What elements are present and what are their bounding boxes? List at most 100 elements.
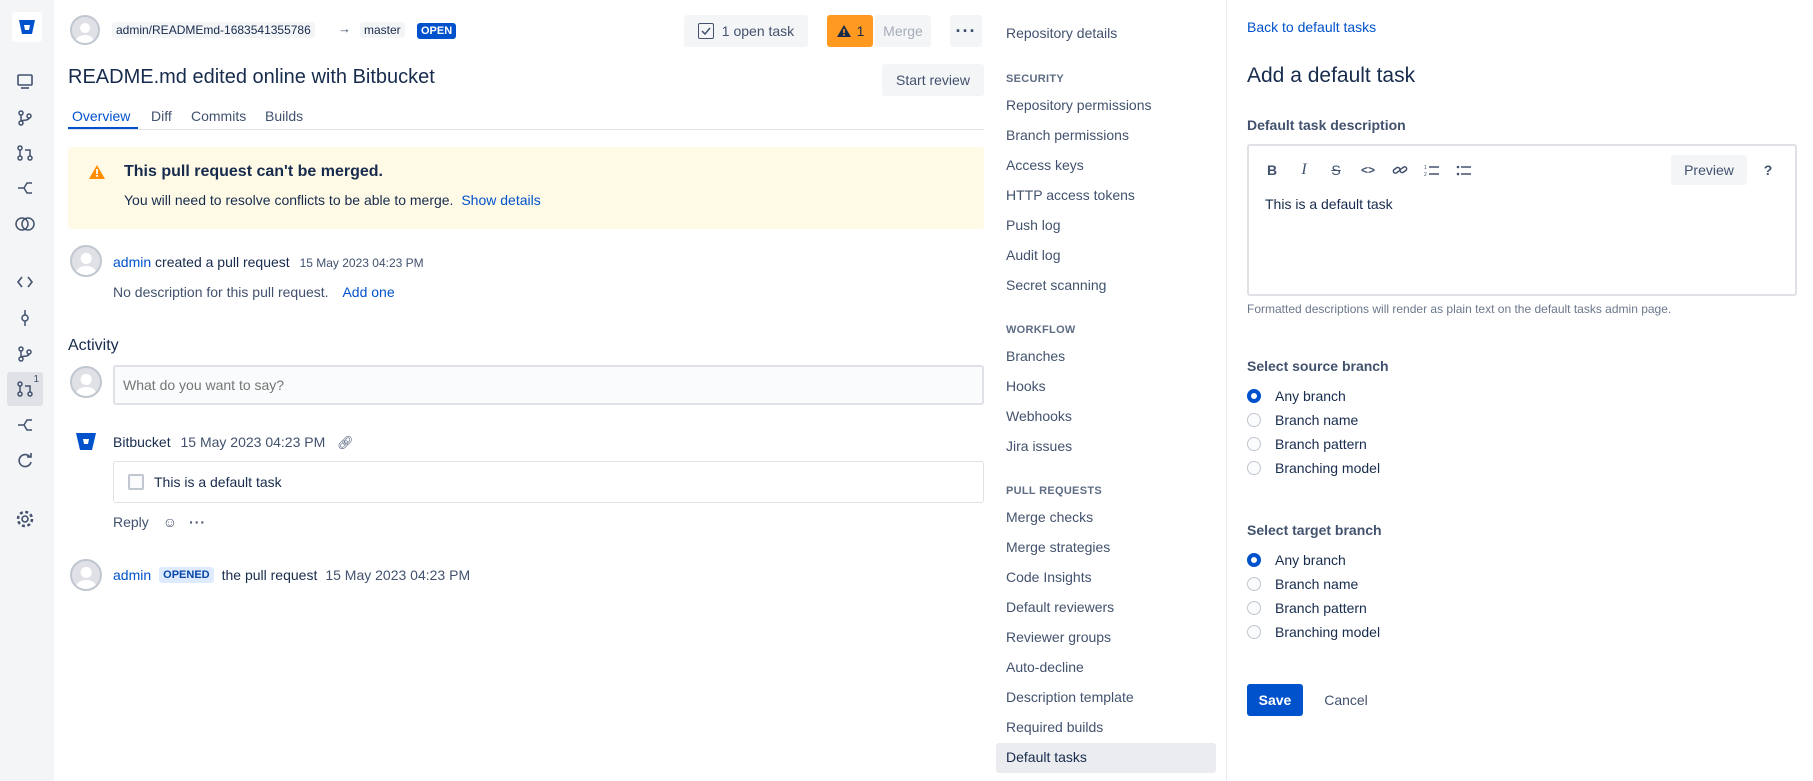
- nav-security-item[interactable]: Branch permissions: [1006, 127, 1129, 143]
- nav-workflow-item[interactable]: Jira issues: [1006, 438, 1072, 454]
- radio: [1247, 437, 1261, 451]
- code-icon[interactable]: <>: [1357, 160, 1379, 180]
- bold-icon[interactable]: B: [1261, 160, 1283, 180]
- nav-security-item[interactable]: HTTP access tokens: [1006, 187, 1135, 203]
- add-default-task-panel: Back to default tasks Add a default task…: [1226, 0, 1813, 781]
- open-tasks-button[interactable]: 1 open task: [684, 15, 808, 47]
- merge-warning-button[interactable]: 1: [827, 15, 873, 47]
- radio-selected: [1247, 389, 1261, 403]
- preview-button[interactable]: Preview: [1671, 155, 1747, 185]
- nav-security-item[interactable]: Secret scanning: [1006, 277, 1106, 293]
- source-icon[interactable]: [7, 265, 43, 299]
- source-any-branch-radio[interactable]: Any branch: [1247, 388, 1346, 404]
- tabs-divider: [68, 129, 984, 130]
- add-reaction-icon[interactable]: ☺︎: [163, 514, 177, 530]
- settings-icon[interactable]: [7, 502, 43, 536]
- source-branch[interactable]: admin/READMEmd-1683541355786: [112, 22, 315, 38]
- nav-security-item[interactable]: Access keys: [1006, 157, 1084, 173]
- security-heading: SECURITY: [1006, 73, 1065, 85]
- commits-icon[interactable]: [7, 65, 43, 99]
- bullet-list-icon[interactable]: [1453, 160, 1475, 180]
- tab-commits[interactable]: Commits: [191, 108, 246, 124]
- nav-pr-item[interactable]: Auto-decline: [1006, 659, 1084, 675]
- avatar: [70, 559, 102, 591]
- nav-workflow-item[interactable]: Webhooks: [1006, 408, 1072, 424]
- numbered-list-icon[interactable]: 12: [1421, 160, 1443, 180]
- panel-title: Add a default task: [1247, 64, 1416, 87]
- branches-icon[interactable]: [7, 101, 43, 135]
- reply-button[interactable]: Reply: [113, 514, 149, 530]
- page-title: README.md edited online with Bitbucket: [68, 66, 435, 88]
- back-link[interactable]: Back to default tasks: [1247, 19, 1376, 35]
- target-branch[interactable]: master: [360, 22, 405, 38]
- timestamp[interactable]: 15 May 2023 04:23 PM: [300, 256, 424, 270]
- more-icon[interactable]: ···: [189, 514, 206, 530]
- add-description-link[interactable]: Add one: [342, 284, 394, 300]
- user-link[interactable]: admin: [113, 254, 151, 270]
- target-any-branch-radio[interactable]: Any branch: [1247, 552, 1346, 568]
- timestamp[interactable]: 15 May 2023 04:23 PM: [325, 567, 470, 583]
- bitbucket-logo[interactable]: [12, 12, 42, 42]
- pull-request-icon[interactable]: 1: [7, 372, 43, 406]
- editor-text: This is a default task: [1265, 196, 1393, 212]
- target-branch-name-radio[interactable]: Branch name: [1247, 576, 1358, 592]
- radio-label: Any branch: [1275, 552, 1346, 568]
- comment-input[interactable]: [113, 365, 984, 405]
- merge-button[interactable]: Merge: [875, 15, 931, 47]
- nav-pr-item[interactable]: Description template: [1006, 689, 1134, 705]
- link-icon[interactable]: 🔗︎: [337, 435, 354, 450]
- nav-pr-item-active[interactable]: Default tasks: [1006, 749, 1087, 765]
- help-icon[interactable]: ?: [1757, 160, 1779, 180]
- svg-text:1: 1: [1424, 165, 1427, 171]
- sync-icon[interactable]: [7, 443, 43, 477]
- nav-pr-item[interactable]: Default reviewers: [1006, 599, 1114, 615]
- tab-overview[interactable]: Overview: [72, 108, 130, 124]
- description-label: Default task description: [1247, 117, 1406, 133]
- compare2-icon[interactable]: [7, 408, 43, 442]
- hashtag-icon[interactable]: [7, 207, 43, 241]
- pull-request-view: admin/READMEmd-1683541355786 → master OP…: [54, 0, 996, 781]
- save-button[interactable]: Save: [1247, 684, 1303, 716]
- nav-security-item[interactable]: Repository permissions: [1006, 97, 1152, 113]
- italic-icon[interactable]: I: [1293, 160, 1315, 180]
- more-actions-icon[interactable]: ···: [950, 15, 982, 47]
- source-branch-pattern-radio[interactable]: Branch pattern: [1247, 436, 1367, 452]
- nav-security-item[interactable]: Audit log: [1006, 247, 1060, 263]
- link-icon[interactable]: [1389, 160, 1411, 180]
- alert-body: You will need to resolve conflicts to be…: [124, 192, 454, 208]
- nav-workflow-item[interactable]: Hooks: [1006, 378, 1046, 394]
- nav-workflow-item[interactable]: Branches: [1006, 348, 1065, 364]
- source-branch-name-radio[interactable]: Branch name: [1247, 412, 1358, 428]
- timestamp[interactable]: 15 May 2023 04:23 PM: [180, 434, 325, 450]
- pull-requests-icon[interactable]: [7, 136, 43, 170]
- tab-builds[interactable]: Builds: [265, 108, 303, 124]
- tab-diff[interactable]: Diff: [151, 108, 172, 124]
- nav-pr-item[interactable]: Required builds: [1006, 719, 1103, 735]
- task-checkbox[interactable]: [128, 474, 144, 490]
- global-sidebar: 1: [0, 0, 54, 781]
- nav-pr-item[interactable]: Reviewer groups: [1006, 629, 1111, 645]
- arrow-right-icon: →: [338, 21, 351, 36]
- merge-conflict-alert: This pull request can't be merged. You w…: [68, 147, 984, 229]
- alert-title: This pull request can't be merged.: [124, 163, 383, 180]
- nav-pr-item[interactable]: Merge strategies: [1006, 539, 1110, 555]
- user-link[interactable]: admin: [113, 567, 151, 583]
- target-branching-model-radio[interactable]: Branching model: [1247, 624, 1380, 640]
- branch-icon[interactable]: [7, 337, 43, 371]
- start-review-button[interactable]: Start review: [882, 64, 984, 96]
- show-details-link[interactable]: Show details: [461, 192, 540, 208]
- compare-icon[interactable]: [7, 171, 43, 205]
- strikethrough-icon[interactable]: S: [1325, 160, 1347, 180]
- nav-security-item[interactable]: Push log: [1006, 217, 1060, 233]
- nav-repository-details[interactable]: Repository details: [1006, 25, 1117, 41]
- commit-icon[interactable]: [7, 301, 43, 335]
- nav-pr-item[interactable]: Code Insights: [1006, 569, 1092, 585]
- target-branch-pattern-radio[interactable]: Branch pattern: [1247, 600, 1367, 616]
- repository-settings-nav: Repository details SECURITY Repository p…: [996, 0, 1226, 781]
- radio-label: Branch name: [1275, 412, 1359, 428]
- alert-body-row: You will need to resolve conflicts to be…: [124, 192, 541, 208]
- nav-pr-item[interactable]: Merge checks: [1006, 509, 1093, 525]
- cancel-button[interactable]: Cancel: [1313, 684, 1379, 716]
- source-branching-model-radio[interactable]: Branching model: [1247, 460, 1380, 476]
- avatar: [70, 15, 100, 45]
